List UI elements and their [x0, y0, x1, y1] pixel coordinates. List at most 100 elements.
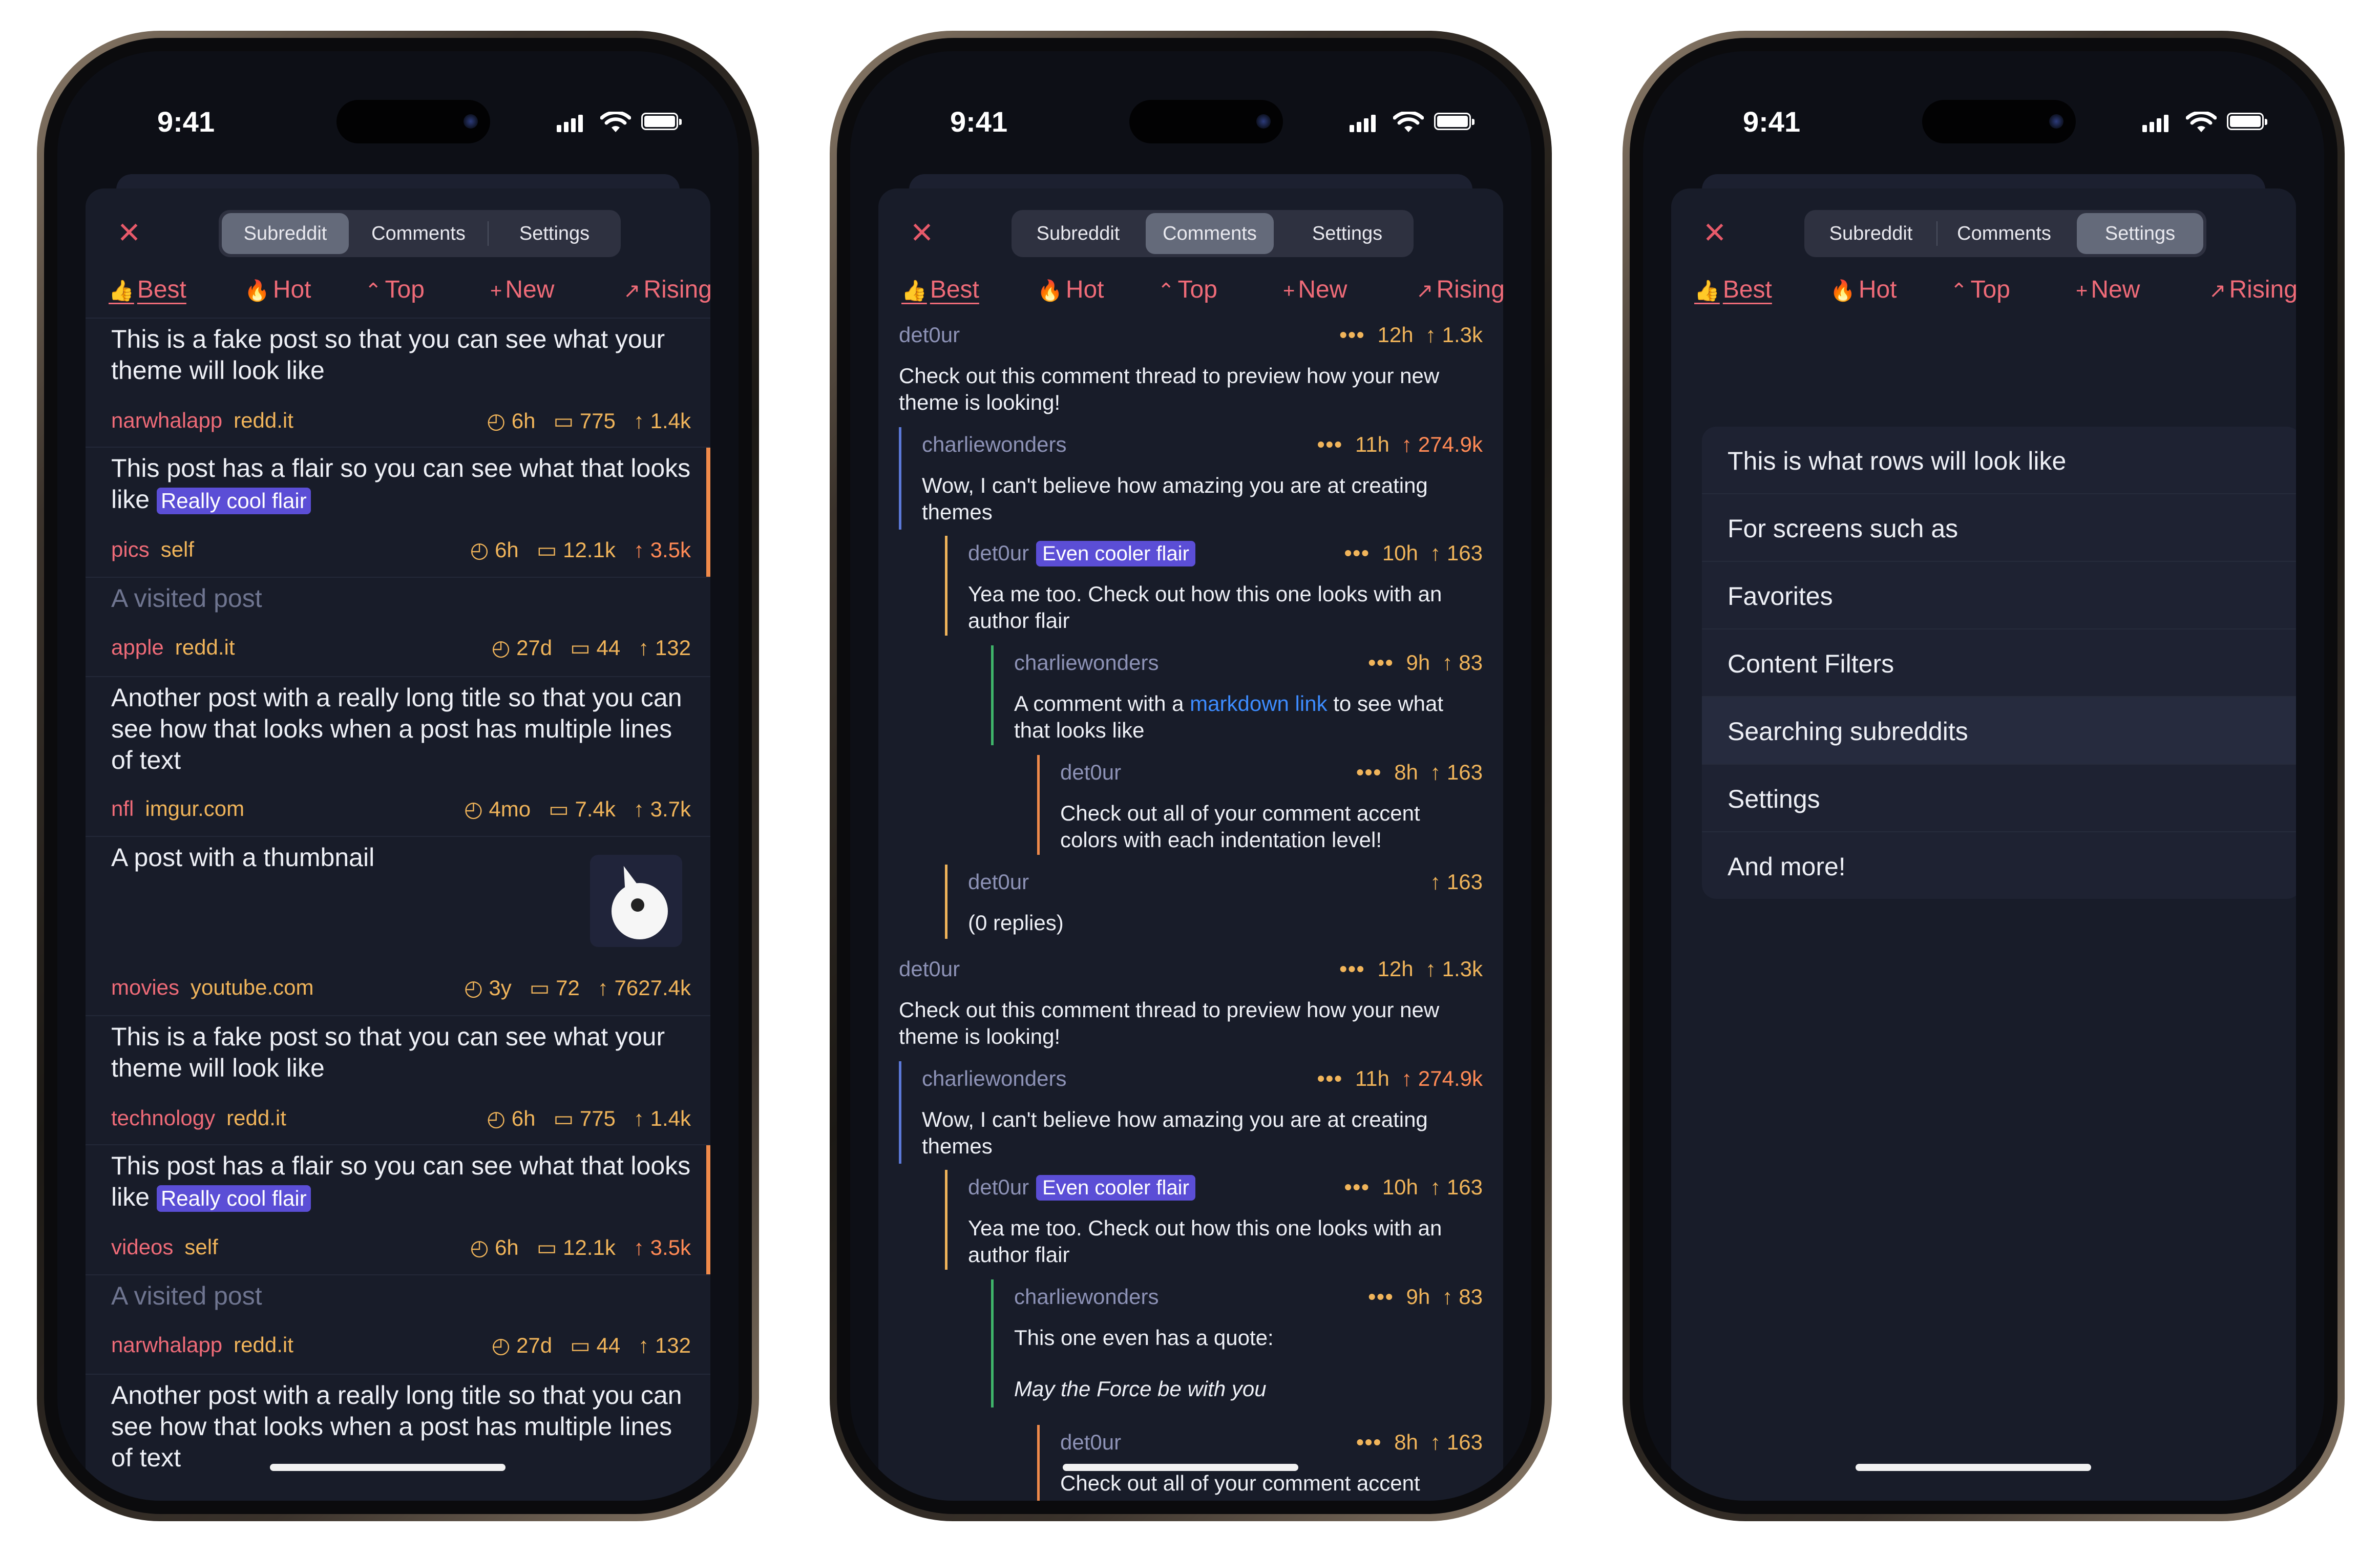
comment[interactable]: det0ur Even cooler flair ••• 10h ↑ 163 Yea… — [945, 536, 1483, 636]
sort-top[interactable]: ⌃ Top — [365, 276, 425, 304]
indent-bar — [945, 865, 947, 939]
post-row[interactable]: Another post with a really long title so… — [86, 1374, 710, 1501]
post-stats: ◴ 6h ▭ 775 ↑ 1.4k — [487, 409, 691, 433]
post-stats: ◴ 4mo ▭ 7.4k ↑ 3.7k — [464, 797, 691, 821]
tab-settings[interactable]: Settings — [2077, 213, 2203, 254]
status-bar: 9:41 — [850, 51, 1531, 154]
sort-rising[interactable]: ↗ Rising — [1416, 276, 1503, 304]
clock-icon: ◴ — [487, 409, 506, 433]
dynamic-island — [1922, 100, 2076, 143]
comment-body: Check out this comment thread to preview… — [899, 364, 1440, 414]
list-row[interactable]: This is what rows will look like — [1702, 427, 2296, 494]
cellular-signal-icon — [1350, 115, 1378, 132]
comment[interactable]: det0ur ••• 12h ↑ 1.3k Check out this comm… — [899, 323, 1483, 420]
comment[interactable]: charliewonders ••• 11h ↑ 274.9k Wow, I ca… — [899, 427, 1483, 530]
post-meta: videos self — [111, 1235, 218, 1259]
post-meta: apple redd.it — [111, 635, 235, 659]
segment-divider — [1936, 221, 1937, 246]
theme-preview-sheet: × Subreddit Comments Settings 👍 Best 🔥 Hot… — [1671, 188, 2296, 1501]
comment[interactable]: charliewonders ••• 9h ↑ 83 A comment with… — [991, 645, 1483, 745]
comment[interactable]: charliewonders ••• 11h ↑ 274.9k Wow, I ca… — [899, 1061, 1483, 1164]
trending-up-icon: ↗ — [1416, 280, 1434, 302]
home-indicator[interactable] — [1063, 1464, 1298, 1471]
post-row[interactable]: This is a fake post so that you can see … — [86, 318, 710, 448]
post-row[interactable]: Another post with a really long title so… — [86, 676, 710, 837]
tab-comments[interactable]: Comments — [1939, 213, 2070, 254]
sort-rising[interactable]: ↗ Rising — [2209, 276, 2296, 304]
sort-hot[interactable]: 🔥 Hot — [1830, 276, 1897, 304]
home-indicator[interactable] — [270, 1464, 506, 1471]
sort-best[interactable]: 👍 Best — [1694, 276, 1772, 304]
theme-preview-sheet: × Subreddit Comments Settings 👍 Best 🔥 Hot… — [878, 188, 1503, 1501]
more-icon: ••• — [1368, 650, 1394, 675]
sort-top[interactable]: ⌃ Top — [1950, 276, 2010, 304]
sort-best[interactable]: 👍 Best — [901, 276, 979, 304]
sort-top[interactable]: ⌃ Top — [1157, 276, 1217, 304]
list-row[interactable]: Settings — [1702, 765, 2296, 832]
arrow-up-icon: ↑ — [633, 1235, 644, 1259]
tab-comments[interactable]: Comments — [1146, 213, 1274, 254]
screen: 9:41 × Subreddit Comments Settings 👍 Best… — [850, 51, 1531, 1501]
post-title: A visited post — [111, 584, 262, 613]
comment-author: det0ur — [899, 323, 960, 347]
screen: 9:41 × Subreddit Comments Settings 👍 Best… — [57, 51, 739, 1501]
comment[interactable]: det0ur ••• 12h ↑ 1.3k Check out this comm… — [899, 957, 1483, 1054]
comment[interactable]: det0ur Even cooler flair ••• 10h ↑ 163 Yea… — [945, 1170, 1483, 1270]
segmented-control: Subreddit Comments Settings — [1012, 210, 1414, 257]
post-row[interactable]: A visited post apple redd.it ◴ 27d ▭ 44 ↑… — [86, 577, 710, 677]
tab-settings[interactable]: Settings — [1284, 213, 1410, 254]
block-quote: May the Force be with you — [1014, 1377, 1267, 1401]
flame-icon: 🔥 — [1037, 280, 1063, 302]
list-row[interactable]: Content Filters — [1702, 629, 2296, 697]
post-row[interactable]: This post has a flair so you can see wha… — [86, 447, 710, 578]
tab-subreddit[interactable]: Subreddit — [1807, 213, 1934, 254]
comment[interactable]: det0ur ••• 8h ↑ 163 Check out all of your… — [1037, 755, 1483, 855]
post-stats: ◴ 6h ▭ 12.1k ↑ 3.5k — [470, 538, 691, 562]
list-row-selected[interactable]: Searching subreddits — [1702, 697, 2296, 765]
close-icon[interactable]: × — [114, 213, 144, 251]
sort-best[interactable]: 👍 Best — [109, 276, 186, 304]
list-row[interactable]: Favorites — [1702, 562, 2296, 629]
home-indicator[interactable] — [1856, 1464, 2091, 1471]
more-icon: ••• — [1344, 1175, 1370, 1199]
cellular-signal-icon — [2142, 115, 2171, 132]
comment[interactable]: charliewonders ••• 9h ↑ 83 This one even … — [991, 1279, 1483, 1407]
post-row[interactable]: A post with a thumbnail movies youtube.co… — [86, 836, 710, 1016]
clock-icon: ◴ — [491, 636, 511, 660]
post-stats: ◴ 27d ▭ 44 ↑ 132 — [491, 636, 691, 660]
tab-settings[interactable]: Settings — [491, 213, 618, 254]
sort-hot[interactable]: 🔥 Hot — [244, 276, 311, 304]
close-icon[interactable]: × — [1699, 213, 1730, 251]
flame-icon: 🔥 — [244, 280, 270, 302]
list-row[interactable]: For screens such as — [1702, 494, 2296, 562]
status-time: 9:41 — [950, 106, 1008, 138]
tab-subreddit[interactable]: Subreddit — [1015, 213, 1142, 254]
sort-new[interactable]: + New — [2076, 276, 2140, 304]
list-row[interactable]: And more! — [1702, 832, 2296, 899]
post-row[interactable]: This post has a flair so you can see wha… — [86, 1144, 710, 1275]
post-stats: ◴ 6h ▭ 775 ↑ 1.4k — [487, 1106, 691, 1130]
arrow-up-icon: ↑ — [1401, 1066, 1413, 1090]
sort-bar: 👍 Best 🔥 Hot ⌃ Top + New ↗ Rising — [1671, 276, 2296, 317]
dynamic-island — [1129, 100, 1283, 143]
close-icon[interactable]: × — [907, 213, 937, 251]
clock-icon: ◴ — [464, 976, 483, 1000]
post-title: Another post with a really long title so… — [111, 1381, 682, 1472]
sort-hot[interactable]: 🔥 Hot — [1037, 276, 1104, 304]
post-row[interactable]: A visited post narwhalapp redd.it ◴ 27d ▭… — [86, 1274, 710, 1375]
post-row[interactable]: This is a fake post so that you can see … — [86, 1015, 710, 1145]
sort-bar: 👍 Best 🔥 Hot ⌃ Top + New ↗ Rising — [86, 276, 710, 317]
post-meta: narwhalapp redd.it — [111, 1333, 293, 1357]
comment[interactable]: det0ur ↑ 163 (0 replies) — [945, 865, 1483, 939]
sort-new[interactable]: + New — [490, 276, 554, 304]
post-meta: narwhalapp redd.it — [111, 408, 293, 433]
indent-bar — [945, 536, 947, 636]
post-subreddit: narwhalapp — [111, 408, 223, 432]
post-thumbnail[interactable] — [590, 855, 682, 947]
tab-subreddit[interactable]: Subreddit — [222, 213, 349, 254]
post-domain: redd.it — [234, 408, 293, 432]
markdown-link[interactable]: markdown link — [1190, 691, 1327, 716]
tab-comments[interactable]: Comments — [353, 213, 484, 254]
sort-new[interactable]: + New — [1283, 276, 1347, 304]
sort-rising[interactable]: ↗ Rising — [623, 276, 710, 304]
